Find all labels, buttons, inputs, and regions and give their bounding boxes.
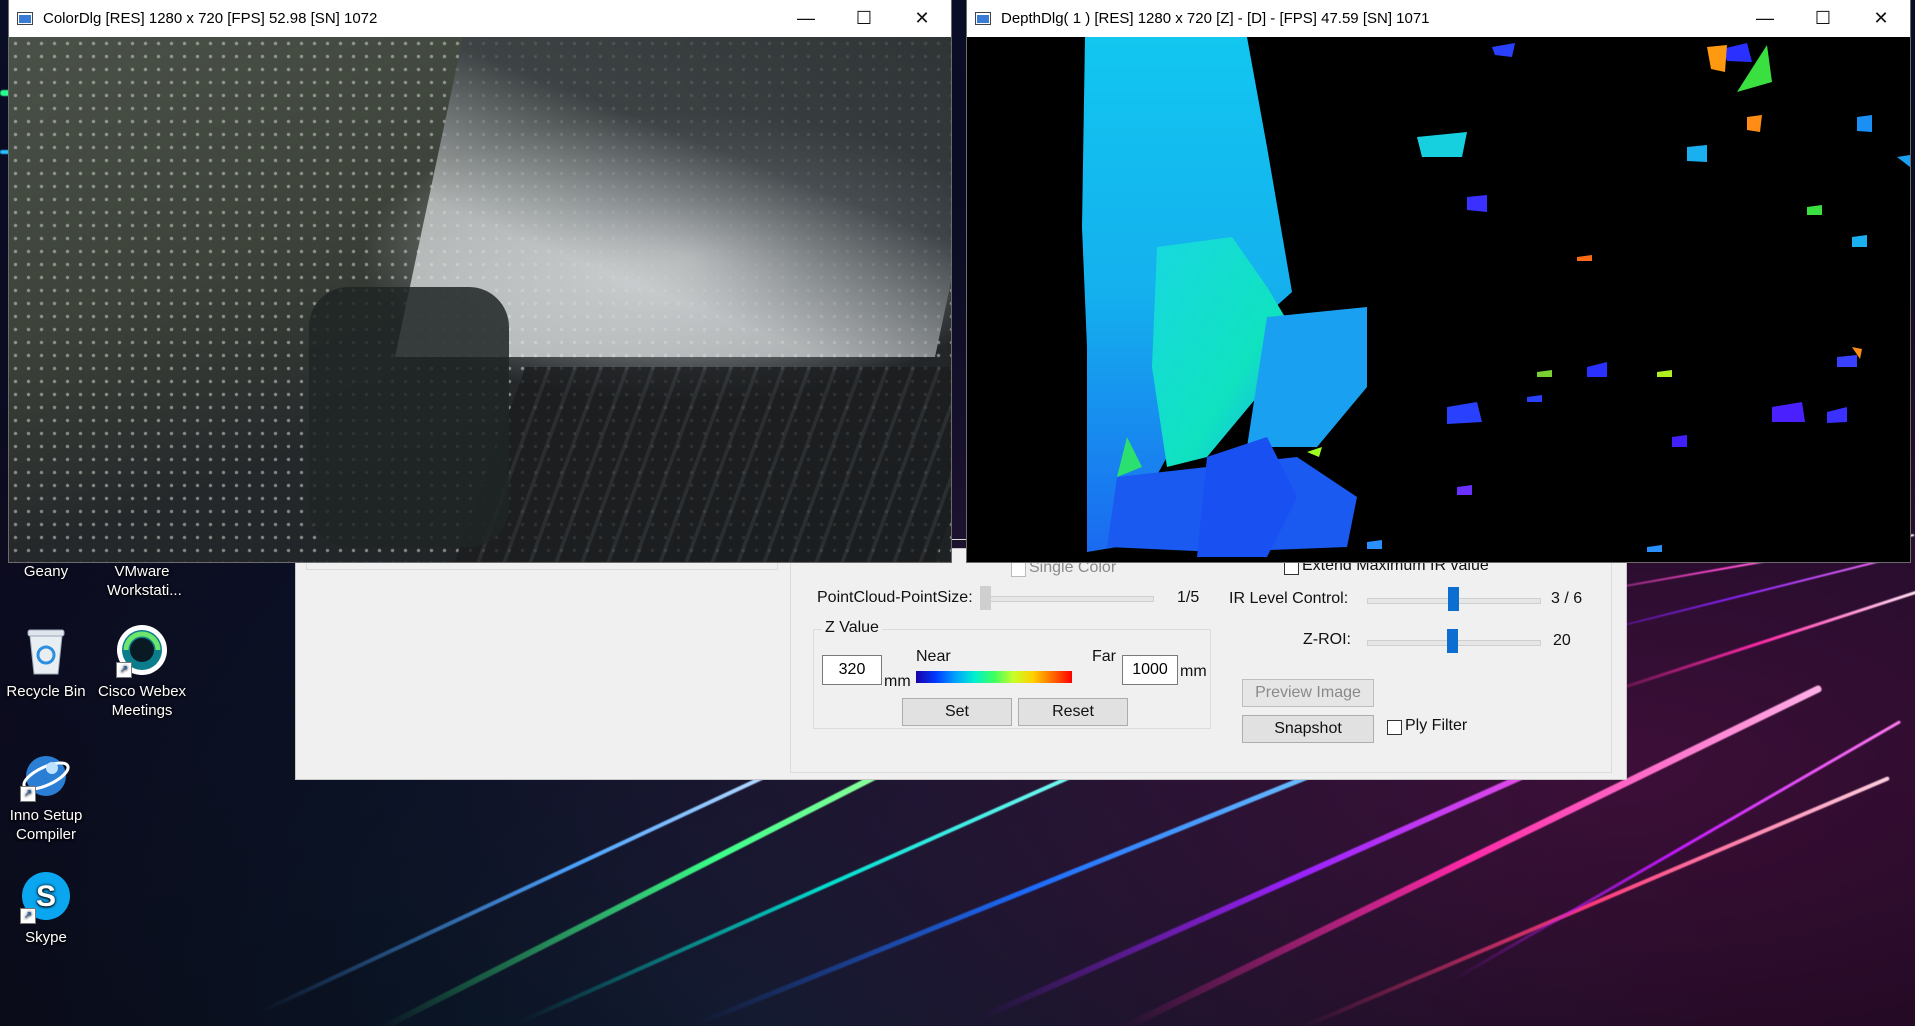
desktop-icon-inno-setup[interactable]: ↗ Inno Setup Compiler xyxy=(0,748,94,844)
depth-window-titlebar[interactable]: DepthDlg( 1 ) [RES] 1280 x 720 [Z] - [D]… xyxy=(967,0,1910,37)
far-label: Far xyxy=(1092,648,1116,665)
reset-button[interactable]: Reset xyxy=(1018,698,1128,726)
snapshot-button[interactable]: Snapshot xyxy=(1242,715,1374,743)
depth-map-feed xyxy=(967,37,1910,562)
desktop-icon-label: Cisco Webex Meetings xyxy=(97,683,187,719)
recycle-bin-icon xyxy=(20,624,72,676)
z-value-group-label: Z Value xyxy=(822,619,882,637)
close-button[interactable]: ✕ xyxy=(1852,0,1910,37)
depth-window-title: DepthDlg( 1 ) [RES] 1280 x 720 [Z] - [D]… xyxy=(1001,10,1430,27)
inno-setup-icon: ↗ xyxy=(20,748,72,802)
extend-ir-checkbox[interactable] xyxy=(1284,560,1299,575)
near-label: Near xyxy=(916,648,951,665)
foreground-object-shape xyxy=(309,287,509,547)
desktop-icon-vmware[interactable]: VMware Workstati... xyxy=(94,562,190,600)
desktop-icon-label: Skype xyxy=(25,929,67,946)
shortcut-arrow-icon: ↗ xyxy=(116,662,132,678)
desktop-icon-label: Inno Setup Compiler xyxy=(9,807,83,843)
depth-color-scale xyxy=(916,671,1072,683)
desktop-icon-skype[interactable]: S ↗ Skype xyxy=(0,870,94,947)
single-color-checkbox[interactable] xyxy=(1011,562,1026,577)
skype-icon: S ↗ xyxy=(20,870,72,924)
zroi-label: Z-ROI: xyxy=(1303,631,1351,648)
desktop-icon-recycle-bin[interactable]: Recycle Bin xyxy=(0,624,94,701)
near-unit: mm xyxy=(884,673,911,690)
ir-level-value: 3 / 6 xyxy=(1551,590,1583,607)
desktop-icon-webex[interactable]: ↗ Cisco Webex Meetings xyxy=(94,624,190,720)
svg-text:S: S xyxy=(36,880,56,913)
far-unit: mm xyxy=(1180,663,1207,680)
pointsize-slider-track[interactable] xyxy=(980,596,1154,602)
ir-level-label: IR Level Control: xyxy=(1229,590,1349,607)
desktop-icon-label: Geany xyxy=(23,563,69,580)
preview-image-button[interactable]: Preview Image xyxy=(1242,679,1374,707)
far-input[interactable]: 1000 xyxy=(1122,655,1178,685)
set-button[interactable]: Set xyxy=(902,698,1012,726)
ir-level-slider-thumb[interactable] xyxy=(1448,587,1459,611)
pointsize-label: PointCloud-PointSize: xyxy=(817,589,973,606)
webex-icon: ↗ xyxy=(116,624,168,678)
pointsize-slider-thumb[interactable] xyxy=(980,586,991,610)
color-window-titlebar[interactable]: ColorDlg [RES] 1280 x 720 [FPS] 52.98 [S… xyxy=(9,0,951,37)
maximize-button[interactable]: ☐ xyxy=(835,0,893,37)
shortcut-arrow-icon: ↗ xyxy=(20,908,36,924)
near-input[interactable]: 320 xyxy=(822,655,882,685)
keyboard-shape xyxy=(452,367,951,562)
control-dialog: Single Color PointCloud-PointSize: 1/5 Z… xyxy=(295,539,1627,780)
minimize-button[interactable]: — xyxy=(777,0,835,37)
color-window-title: ColorDlg [RES] 1280 x 720 [FPS] 52.98 [S… xyxy=(43,10,378,27)
maximize-button[interactable]: ☐ xyxy=(1794,0,1852,37)
window-app-icon xyxy=(17,12,33,25)
shortcut-arrow-icon: ↗ xyxy=(20,786,36,802)
zroi-slider-thumb[interactable] xyxy=(1447,629,1458,653)
window-app-icon xyxy=(975,12,991,25)
pointsize-value: 1/5 xyxy=(1177,589,1200,606)
close-button[interactable]: ✕ xyxy=(893,0,951,37)
ply-filter-checkbox[interactable] xyxy=(1387,720,1402,735)
ply-filter-label: Ply Filter xyxy=(1405,717,1468,734)
color-camera-feed xyxy=(9,37,951,562)
depth-map-image xyxy=(1082,37,1910,557)
desktop-icon-label: Recycle Bin xyxy=(6,683,86,700)
zroi-value: 20 xyxy=(1553,632,1571,649)
desktop-icon-geany[interactable]: Geany xyxy=(0,562,94,581)
minimize-button[interactable]: — xyxy=(1736,0,1794,37)
color-window[interactable]: ColorDlg [RES] 1280 x 720 [FPS] 52.98 [S… xyxy=(9,0,951,562)
depth-window[interactable]: DepthDlg( 1 ) [RES] 1280 x 720 [Z] - [D]… xyxy=(967,0,1910,562)
desktop-icon-label: VMware Workstati... xyxy=(107,563,182,599)
